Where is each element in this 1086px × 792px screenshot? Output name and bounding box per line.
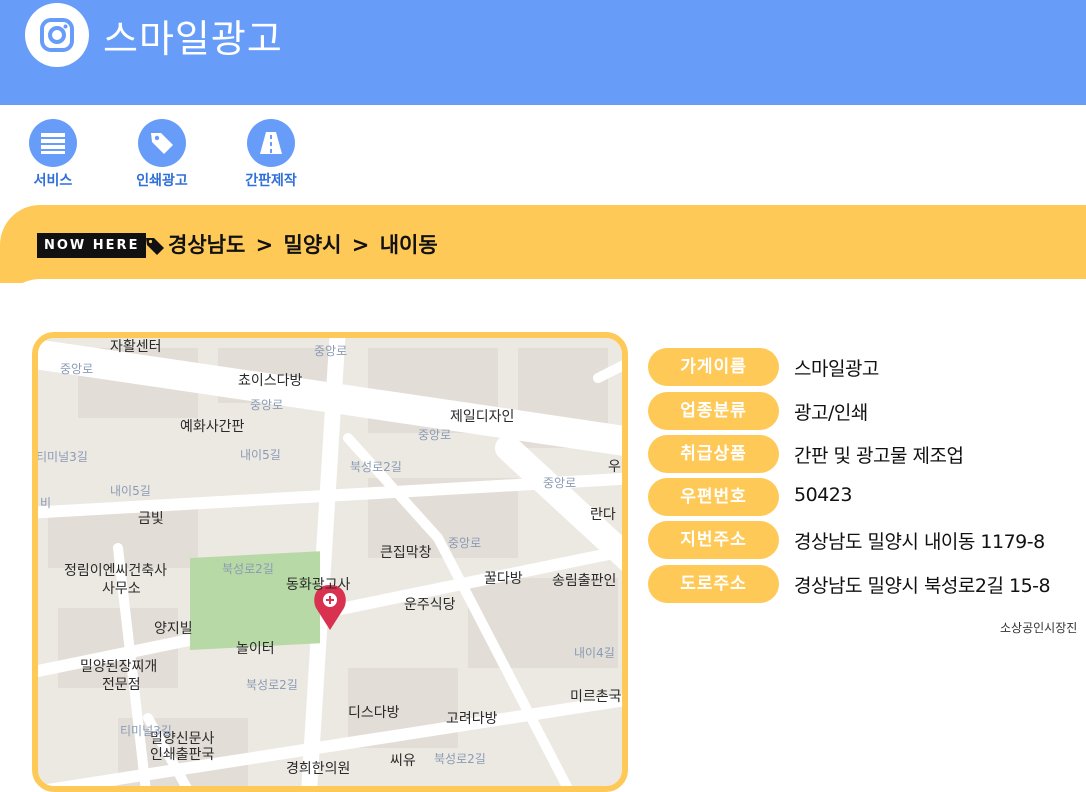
map-place[interactable]: 운주식당 (404, 594, 456, 614)
map-place[interactable]: 인쇄출판국 (150, 744, 214, 764)
road-label: 내이5길 (110, 484, 151, 498)
info-value: 경상남도 밀양시 내이동 1179-8 (794, 531, 1045, 553)
road-label: 티미널3길 (36, 450, 88, 464)
road-label: 중앙로 (60, 362, 94, 376)
map-place[interactable]: 쵸이스다방 (238, 370, 302, 390)
breadcrumb-city[interactable]: 밀양시 (284, 233, 342, 257)
data-source-note: 소상공인시장진 (1000, 621, 1078, 635)
road-label: 비 (40, 496, 52, 510)
road-label: 북성로2길 (350, 460, 402, 474)
map-place[interactable]: 큰집막창 (380, 542, 432, 562)
map-place[interactable]: 예화사간판 (180, 416, 244, 436)
road-label: 중앙로 (448, 536, 482, 550)
road-label: 티미널3길 (120, 724, 172, 738)
breadcrumb: 경상남도 > 밀양시 > 내이동 (168, 229, 441, 259)
map-place[interactable]: 밀양된장찌개 (80, 656, 157, 676)
map-place[interactable]: 경희한의원 (286, 758, 350, 778)
site-header: 스마일광고 (0, 0, 1086, 105)
road-label: 중앙로 (418, 428, 452, 442)
nav-label: 간판제작 (245, 173, 297, 189)
map-place[interactable]: 전문점 (102, 674, 141, 694)
info-value: 간판 및 광고물 제조업 (794, 445, 964, 467)
nav-label: 서비스 (33, 173, 73, 189)
map-place[interactable]: 송림출판인 (552, 570, 616, 590)
nav-item-signboard[interactable]: 간판제작 (231, 119, 311, 190)
map-place[interactable]: 디스다방 (348, 702, 400, 722)
map-place[interactable]: 란다 (590, 504, 616, 524)
info-label: 업종분류 (648, 392, 779, 430)
map-place[interactable]: 자활센터 (110, 338, 162, 356)
nav-item-print-ad[interactable]: 인쇄광고 (122, 119, 202, 190)
road-label: 북성로2길 (434, 752, 486, 766)
road-label: 북성로2길 (246, 678, 298, 692)
tag-icon (146, 238, 164, 255)
map-place[interactable]: 제일디자인 (450, 406, 514, 426)
location-bar: NOW HERE 경상남도 > 밀양시 > 내이동 (0, 205, 1086, 283)
map-place[interactable]: 꿀다방 (484, 568, 523, 588)
info-label: 우편번호 (648, 478, 779, 516)
info-label: 취급상품 (648, 435, 779, 473)
map-place[interactable]: 사무소 (102, 578, 141, 598)
instagram-logo[interactable] (25, 3, 89, 67)
map-place[interactable]: 놀이터 (236, 638, 275, 658)
brand-title[interactable]: 스마일광고 (103, 8, 283, 63)
info-value: 광고/인쇄 (794, 402, 868, 424)
info-label: 도로주소 (648, 565, 779, 603)
now-here-badge: NOW HERE (37, 233, 147, 258)
map-place[interactable]: 씨유 (390, 750, 416, 770)
road-label: 내이5길 (240, 448, 281, 462)
info-value: 스마일광고 (794, 358, 879, 380)
info-label: 지번주소 (648, 521, 779, 559)
info-value: 경상남도 밀양시 북성로2길 15-8 (794, 575, 1051, 597)
store-map[interactable]: 자활센터 쵸이스다방 예화사간판 제일디자인 금빛 큰집막창 정림이엔씨건축사 … (32, 332, 628, 792)
map-place[interactable]: 미르촌국 (570, 686, 622, 706)
map-place[interactable]: 금빛 (138, 508, 164, 528)
nav-item-service[interactable]: 서비스 (13, 119, 93, 190)
map-place[interactable]: 동화광고사 (286, 574, 350, 594)
info-label: 가게이름 (648, 348, 779, 386)
road-label: 중앙로 (543, 476, 577, 490)
map-place[interactable]: 양지빌 (154, 618, 193, 638)
map-place[interactable]: 우 (608, 456, 621, 476)
map-place[interactable]: 고려다방 (446, 708, 498, 728)
breadcrumb-separator: > (351, 233, 370, 257)
road-label: 중앙로 (314, 344, 348, 358)
list-icon (29, 119, 77, 167)
breadcrumb-separator: > (255, 233, 274, 257)
map-place[interactable]: 정림이엔씨건축사 (64, 560, 167, 580)
category-nav: 서비스 인쇄광고 간판제작 (0, 105, 1086, 210)
info-value: 50423 (794, 484, 852, 506)
instagram-icon (40, 18, 74, 52)
breadcrumb-province[interactable]: 경상남도 (168, 233, 245, 257)
road-label: 내이4길 (574, 646, 615, 660)
nav-label: 인쇄광고 (136, 173, 188, 189)
road-label: 북성로2길 (222, 562, 274, 576)
breadcrumb-district[interactable]: 내이동 (380, 233, 438, 257)
road-label: 중앙로 (250, 398, 284, 412)
road-icon (247, 119, 295, 167)
tag-icon (138, 119, 186, 167)
